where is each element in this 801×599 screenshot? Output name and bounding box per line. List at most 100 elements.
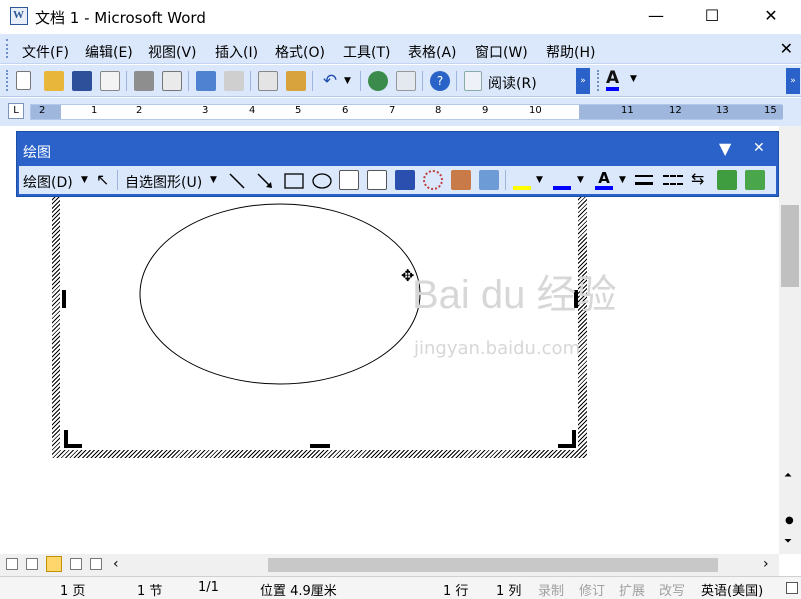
close-button[interactable]: ✕ (748, 0, 794, 32)
toolbar-options-icon[interactable]: » (576, 68, 590, 94)
status-trk[interactable]: 修订 (579, 580, 605, 599)
canvas-handle-bottom[interactable] (310, 444, 330, 448)
document-close-button[interactable]: ✕ (780, 39, 793, 58)
menu-file[interactable]: 文件(F) (22, 42, 69, 62)
canvas-handle-left[interactable] (62, 290, 66, 308)
ruler-number: 3 (202, 105, 209, 116)
line-color-dropdown-icon[interactable]: ▼ (577, 175, 584, 185)
print-layout-view-icon[interactable] (46, 556, 62, 572)
drawing-toolbar-close-button[interactable]: ✕ (753, 140, 765, 156)
horizontal-scroll-thumb[interactable] (268, 558, 718, 572)
previous-page-icon[interactable]: ⏶ (784, 470, 792, 481)
web-view-icon[interactable] (26, 558, 38, 570)
undo-icon[interactable]: ↶ (320, 71, 340, 91)
3d-style-icon[interactable] (745, 170, 765, 190)
watermark-url: jingyan.baidu.com (414, 338, 581, 359)
outline-view-icon[interactable] (70, 558, 82, 570)
drawing-canvas-inner[interactable] (60, 195, 578, 450)
clip-art-icon[interactable] (451, 170, 471, 190)
drawing-toolbar-titlebar[interactable]: 绘图 ▼ ✕ (17, 132, 778, 168)
drawing-toolbar-body: 绘图(D) ▼ ↖ 自选图形(U) ▼ ▼ ▼ A ▼ ⇆ (19, 166, 776, 194)
help-icon[interactable]: ? (430, 71, 450, 91)
font-color-icon[interactable]: A (606, 69, 620, 91)
select-objects-icon[interactable]: ↖ (96, 170, 109, 189)
toolbar-options-icon[interactable]: ▼ (719, 139, 731, 158)
status-rec[interactable]: 录制 (538, 580, 564, 599)
word-app-icon[interactable]: W (10, 7, 28, 25)
read-mode-icon[interactable] (464, 71, 482, 91)
ruler-number: 8 (435, 105, 442, 116)
browse-object-icon[interactable]: ● (785, 515, 794, 526)
autoshapes-menu-button[interactable]: 自选图形(U) (125, 172, 202, 192)
line-style-icon[interactable] (635, 175, 653, 185)
arrow-style-icon[interactable]: ⇆ (691, 169, 704, 188)
paste-icon[interactable] (286, 71, 306, 91)
spelling-status-icon[interactable] (786, 582, 798, 594)
menu-view[interactable]: 视图(V) (148, 42, 197, 62)
font-color-draw-dropdown-icon[interactable]: ▼ (619, 175, 626, 185)
font-color-draw-icon[interactable]: A (595, 169, 613, 190)
ellipse-shape[interactable] (139, 203, 421, 385)
status-language[interactable]: 英语(美国) (701, 580, 763, 599)
horizontal-ruler[interactable]: 2 1 2 3 4 5 6 7 8 9 10 11 12 13 15 (30, 104, 783, 120)
textbox-icon[interactable] (339, 170, 359, 190)
shadow-style-icon[interactable] (717, 170, 737, 190)
save-icon[interactable] (72, 71, 92, 91)
status-ext[interactable]: 扩展 (619, 580, 645, 599)
maximize-button[interactable]: ☐ (689, 0, 735, 32)
arrow-icon[interactable] (255, 171, 275, 191)
menu-tools[interactable]: 工具(T) (343, 42, 390, 62)
menu-format[interactable]: 格式(O) (275, 42, 325, 62)
menu-bar-grip[interactable] (6, 39, 9, 58)
wordart-icon[interactable] (395, 170, 415, 190)
autoshapes-dropdown-icon[interactable]: ▼ (210, 175, 217, 185)
table-icon[interactable] (396, 71, 416, 91)
toolbar-grip[interactable] (6, 70, 9, 91)
status-ovr[interactable]: 改写 (659, 580, 685, 599)
menu-edit[interactable]: 编辑(E) (85, 42, 133, 62)
vertical-scrollbar[interactable] (779, 126, 801, 554)
draw-menu-dropdown-icon[interactable]: ▼ (81, 175, 88, 185)
scroll-right-icon[interactable]: › (763, 556, 769, 572)
normal-view-icon[interactable] (6, 558, 18, 570)
line-icon[interactable] (227, 171, 247, 191)
print-icon[interactable] (134, 71, 154, 91)
vertical-textbox-icon[interactable] (367, 170, 387, 190)
fill-color-dropdown-icon[interactable]: ▼ (536, 175, 543, 185)
copy-icon[interactable] (258, 71, 278, 91)
menu-help[interactable]: 帮助(H) (546, 42, 595, 62)
menu-insert[interactable]: 插入(I) (215, 42, 258, 62)
menu-window[interactable]: 窗口(W) (475, 42, 528, 62)
vertical-scroll-thumb[interactable] (781, 205, 799, 287)
read-mode-button[interactable]: 阅读(R) (488, 73, 537, 93)
undo-dropdown-icon[interactable]: ▼ (344, 71, 354, 91)
formatting-toolbar-grip[interactable] (597, 70, 600, 91)
print-preview-icon[interactable] (162, 71, 182, 91)
menu-table[interactable]: 表格(A) (408, 42, 457, 62)
new-document-icon[interactable] (16, 71, 31, 90)
line-color-icon[interactable] (553, 171, 571, 190)
toolbar-separator (312, 71, 313, 91)
toolbar-options-icon-2[interactable]: » (786, 68, 800, 94)
picture-icon[interactable] (479, 170, 499, 190)
hyperlink-icon[interactable] (368, 71, 388, 91)
canvas-handle-bottom-right-h[interactable] (558, 444, 576, 448)
permission-icon[interactable] (100, 71, 120, 91)
fill-color-icon[interactable] (513, 171, 531, 190)
font-color-dropdown-icon[interactable]: ▼ (630, 74, 637, 84)
draw-menu-button[interactable]: 绘图(D) (23, 172, 73, 192)
reading-view-icon[interactable] (90, 558, 102, 570)
tab-selector[interactable]: L (8, 103, 24, 119)
open-folder-icon[interactable] (44, 71, 64, 91)
minimize-button[interactable]: — (633, 0, 679, 32)
canvas-handle-bottom-left-h[interactable] (64, 444, 82, 448)
spelling-icon[interactable] (196, 71, 216, 91)
next-page-icon[interactable]: ⏷ (784, 536, 792, 547)
dash-style-icon[interactable] (663, 175, 683, 185)
oval-icon[interactable] (311, 171, 333, 191)
ruler-number: 11 (621, 105, 634, 116)
diagram-icon[interactable] (423, 170, 443, 190)
rectangle-icon[interactable] (283, 171, 305, 191)
research-icon[interactable] (224, 71, 244, 91)
scroll-left-icon[interactable]: ‹ (113, 556, 119, 572)
